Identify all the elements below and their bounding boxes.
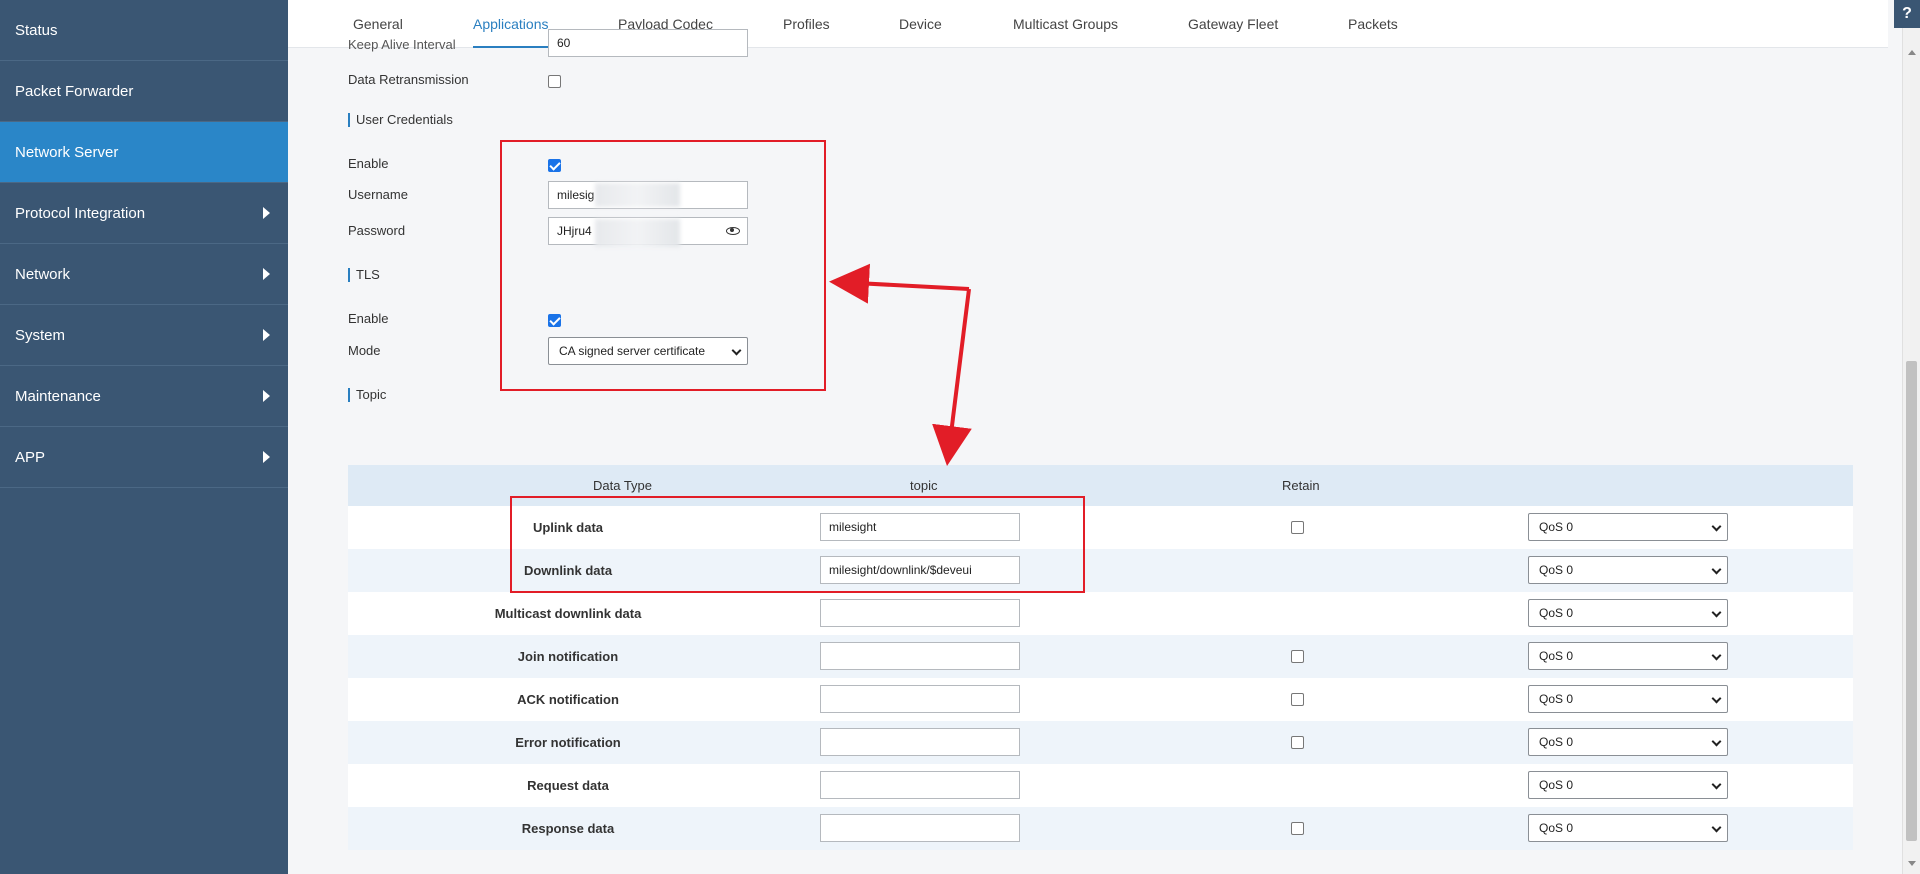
help-icon[interactable]: ? bbox=[1894, 0, 1920, 28]
qos-select[interactable]: QoS 0 bbox=[1528, 814, 1728, 842]
password-label: Password bbox=[348, 223, 406, 238]
tab-applications[interactable]: Applications bbox=[473, 0, 549, 48]
chevron-down-icon bbox=[1711, 521, 1722, 532]
row-label: Multicast downlink data bbox=[494, 606, 642, 621]
annotation-box-topics bbox=[510, 496, 1085, 593]
tls-enable-label: Enable bbox=[348, 311, 389, 326]
scroll-up-icon[interactable] bbox=[1908, 50, 1916, 55]
chevron-down-icon bbox=[1711, 822, 1722, 833]
row-label: ACK notification bbox=[517, 692, 619, 707]
sidebar-item-app[interactable]: APP bbox=[0, 427, 288, 488]
sidebar-item-label: Network bbox=[15, 265, 71, 283]
chevron-right-icon bbox=[263, 268, 270, 280]
table-row: Multicast downlink data QoS 0 bbox=[348, 592, 1853, 635]
chevron-down-icon bbox=[1711, 736, 1722, 747]
sidebar-item-system[interactable]: System bbox=[0, 305, 288, 366]
retain-checkbox[interactable] bbox=[1291, 693, 1304, 706]
chevron-right-icon bbox=[263, 207, 270, 219]
qos-select[interactable]: QoS 0 bbox=[1528, 685, 1728, 713]
topic-title: Topic bbox=[348, 388, 386, 402]
retain-checkbox[interactable] bbox=[1291, 822, 1304, 835]
scrollbar-thumb[interactable] bbox=[1906, 361, 1917, 841]
data-retransmission-checkbox[interactable] bbox=[548, 75, 561, 88]
qos-select-value: QoS 0 bbox=[1539, 520, 1574, 534]
qos-select-value: QoS 0 bbox=[1539, 821, 1574, 835]
annotation-box-credentials bbox=[500, 140, 826, 391]
sidebar-item-label: Network Server bbox=[15, 143, 119, 161]
sidebar-item-maintenance[interactable]: Maintenance bbox=[0, 366, 288, 427]
tab-profiles[interactable]: Profiles bbox=[783, 0, 830, 48]
topic-input[interactable] bbox=[820, 728, 1020, 756]
sidebar-item-label: Status bbox=[15, 21, 58, 39]
chevron-down-icon bbox=[1711, 693, 1722, 704]
tab-packets[interactable]: Packets bbox=[1348, 0, 1398, 48]
chevron-down-icon bbox=[1711, 650, 1722, 661]
tab-device[interactable]: Device bbox=[899, 0, 942, 48]
topic-input[interactable] bbox=[820, 685, 1020, 713]
user-credentials-title: User Credentials bbox=[348, 113, 453, 127]
header-retain: Retain bbox=[1282, 478, 1320, 493]
sidebar-item-label: System bbox=[15, 326, 66, 344]
sidebar-item-status[interactable]: Status bbox=[0, 0, 288, 61]
retain-checkbox[interactable] bbox=[1291, 521, 1304, 534]
chevron-right-icon bbox=[263, 390, 270, 402]
table-row: Join notification QoS 0 bbox=[348, 635, 1853, 678]
keepalive-label: Keep Alive Interval bbox=[348, 37, 456, 52]
table-row: Error notification QoS 0 bbox=[348, 721, 1853, 764]
tab-gateway-fleet[interactable]: Gateway Fleet bbox=[1188, 0, 1278, 48]
scroll-down-icon[interactable] bbox=[1908, 861, 1916, 866]
username-label: Username bbox=[348, 187, 408, 202]
qos-select[interactable]: QoS 0 bbox=[1528, 513, 1728, 541]
sidebar-item-packet-forwarder[interactable]: Packet Forwarder bbox=[0, 61, 288, 122]
qos-select-value: QoS 0 bbox=[1539, 735, 1574, 749]
qos-select[interactable]: QoS 0 bbox=[1528, 728, 1728, 756]
qos-select[interactable]: QoS 0 bbox=[1528, 599, 1728, 627]
topic-input[interactable] bbox=[820, 814, 1020, 842]
top-tabs: General Applications Payload Codec Profi… bbox=[288, 0, 1888, 48]
sidebar-item-network[interactable]: Network bbox=[0, 244, 288, 305]
table-row: Response data QoS 0 bbox=[348, 807, 1853, 850]
topic-input[interactable] bbox=[820, 599, 1020, 627]
row-label: Request data bbox=[527, 778, 609, 793]
table-row: ACK notification QoS 0 bbox=[348, 678, 1853, 721]
sidebar-item-network-server[interactable]: Network Server bbox=[0, 122, 288, 183]
qos-select-value: QoS 0 bbox=[1539, 563, 1574, 577]
scrollbar[interactable] bbox=[1902, 28, 1920, 874]
topic-input[interactable] bbox=[820, 642, 1020, 670]
qos-select-value: QoS 0 bbox=[1539, 778, 1574, 792]
chevron-down-icon bbox=[1711, 779, 1722, 790]
topic-input[interactable] bbox=[820, 771, 1020, 799]
retain-checkbox[interactable] bbox=[1291, 650, 1304, 663]
retain-checkbox[interactable] bbox=[1291, 736, 1304, 749]
row-label: Response data bbox=[521, 821, 615, 836]
tab-multicast-groups[interactable]: Multicast Groups bbox=[1013, 0, 1118, 48]
data-retransmission-label: Data Retransmission bbox=[348, 72, 469, 87]
sidebar-item-label: Protocol Integration bbox=[15, 204, 146, 222]
qos-select[interactable]: QoS 0 bbox=[1528, 771, 1728, 799]
sidebar-item-label: Packet Forwarder bbox=[15, 82, 134, 100]
qos-select[interactable]: QoS 0 bbox=[1528, 556, 1728, 584]
chevron-right-icon bbox=[263, 451, 270, 463]
sidebar-item-protocol-integration[interactable]: Protocol Integration bbox=[0, 183, 288, 244]
table-row: Request data QoS 0 bbox=[348, 764, 1853, 807]
keepalive-input[interactable]: 60 bbox=[548, 29, 748, 57]
qos-select-value: QoS 0 bbox=[1539, 606, 1574, 620]
uc-enable-label: Enable bbox=[348, 156, 389, 171]
tls-title: TLS bbox=[348, 268, 380, 282]
qos-select-value: QoS 0 bbox=[1539, 692, 1574, 706]
chevron-right-icon bbox=[263, 329, 270, 341]
chevron-down-icon bbox=[1711, 564, 1722, 575]
mode-label: Mode bbox=[348, 343, 381, 358]
qos-select[interactable]: QoS 0 bbox=[1528, 642, 1728, 670]
qos-select-value: QoS 0 bbox=[1539, 649, 1574, 663]
sidebar-item-label: Maintenance bbox=[15, 387, 101, 405]
row-label: Error notification bbox=[515, 735, 621, 750]
sidebar-item-label: APP bbox=[15, 448, 46, 466]
sidebar: Status Packet Forwarder Network Server P… bbox=[0, 0, 288, 874]
chevron-down-icon bbox=[1711, 607, 1722, 618]
row-label: Join notification bbox=[517, 649, 619, 664]
